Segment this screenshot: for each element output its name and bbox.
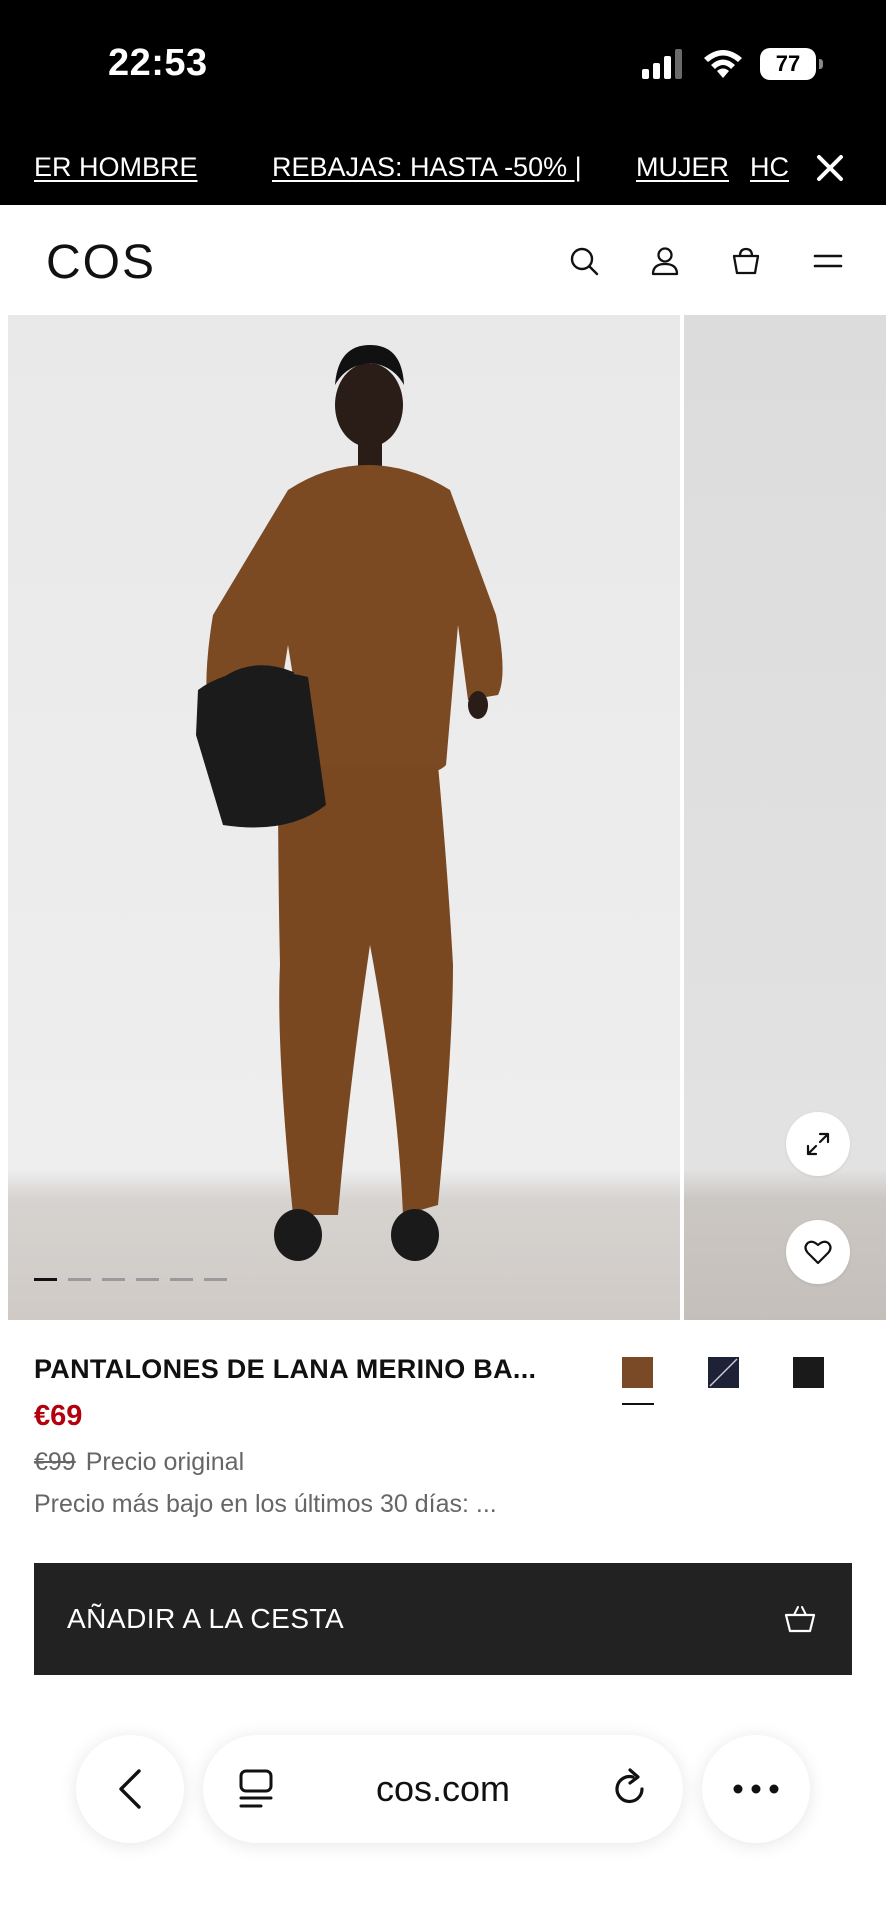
add-to-basket-button[interactable]: AÑADIR A LA CESTA	[34, 1563, 852, 1675]
wishlist-button[interactable]	[786, 1220, 850, 1284]
product-gallery[interactable]	[0, 315, 886, 1320]
status-bar: 22:53 77	[0, 0, 886, 132]
product-title[interactable]: PANTALONES DE LANA MERINO BA...	[34, 1354, 536, 1385]
reload-icon[interactable]	[611, 1767, 649, 1809]
gallery-dot[interactable]	[170, 1278, 193, 1281]
more-options-button[interactable]	[702, 1735, 810, 1843]
ellipsis-icon	[733, 1784, 779, 1794]
url-text[interactable]: cos.com	[376, 1768, 510, 1810]
lowest-price-note[interactable]: Precio más bajo en los últimos 30 días: …	[34, 1490, 497, 1519]
color-swatch-brown[interactable]	[622, 1357, 653, 1388]
original-price-row: €99 Precio original	[34, 1448, 244, 1477]
shopping-bag-icon	[732, 247, 760, 275]
gallery-dot[interactable]	[204, 1278, 227, 1281]
swatch-stripe	[709, 1358, 738, 1387]
browser-toolbar: cos.com	[0, 1720, 886, 1920]
status-icons: 77	[642, 48, 823, 80]
promo-link-mujer[interactable]: MUJER	[636, 152, 729, 183]
add-to-basket-label: AÑADIR A LA CESTA	[67, 1603, 345, 1634]
menu-button[interactable]	[806, 239, 850, 283]
battery-indicator: 77	[760, 48, 823, 80]
wifi-icon	[704, 50, 742, 78]
address-bar[interactable]: cos.com	[203, 1735, 683, 1843]
promo-close-button[interactable]	[810, 148, 850, 188]
sale-price: €69	[34, 1400, 83, 1432]
promo-banner: ER HOMBRE REBAJAS: HASTA -50% | MUJER HC	[0, 132, 886, 205]
basket-button[interactable]	[724, 239, 768, 283]
back-button[interactable]	[76, 1735, 184, 1843]
battery-level: 77	[775, 51, 801, 76]
product-info: PANTALONES DE LANA MERINO BA... €69 €99 P…	[0, 1320, 886, 1570]
product-image-main[interactable]	[8, 315, 680, 1320]
promo-link-hombre[interactable]: ER HOMBRE	[34, 152, 198, 183]
original-price-label: Precio original	[85, 1448, 245, 1476]
color-swatch-navy[interactable]	[708, 1357, 739, 1388]
promo-ticker: ER HOMBRE REBAJAS: HASTA -50% | MUJER HC	[0, 152, 800, 192]
tab-overview-icon	[239, 1769, 273, 1808]
gallery-dot[interactable]	[68, 1278, 91, 1281]
gallery-dot[interactable]	[136, 1278, 159, 1281]
basket-icon	[784, 1606, 816, 1633]
heart-icon	[804, 1240, 832, 1265]
search-icon	[570, 247, 599, 276]
search-button[interactable]	[562, 239, 606, 283]
product-image-next[interactable]	[684, 315, 886, 1320]
site-header: COS	[0, 205, 886, 315]
close-icon	[817, 155, 843, 181]
cos-logo[interactable]: COS	[46, 235, 156, 290]
hamburger-menu-icon	[813, 254, 843, 268]
model-illustration	[196, 345, 503, 1261]
gallery-pagination	[34, 1278, 227, 1281]
gallery-dot[interactable]	[34, 1278, 57, 1281]
chevron-left-icon	[119, 1769, 141, 1809]
selected-swatch-indicator	[622, 1403, 654, 1405]
status-time: 22:53	[108, 42, 208, 84]
expand-icon	[806, 1132, 830, 1156]
account-button[interactable]	[643, 239, 687, 283]
expand-image-button[interactable]	[786, 1112, 850, 1176]
promo-link-rebajas[interactable]: REBAJAS: HASTA -50% |	[272, 152, 582, 183]
cellular-signal-icon	[642, 49, 682, 79]
promo-link-hogar[interactable]: HC	[750, 152, 789, 183]
user-icon	[651, 247, 679, 276]
color-swatch-black[interactable]	[793, 1357, 824, 1388]
original-price: €99	[34, 1448, 76, 1476]
gallery-dot[interactable]	[102, 1278, 125, 1281]
